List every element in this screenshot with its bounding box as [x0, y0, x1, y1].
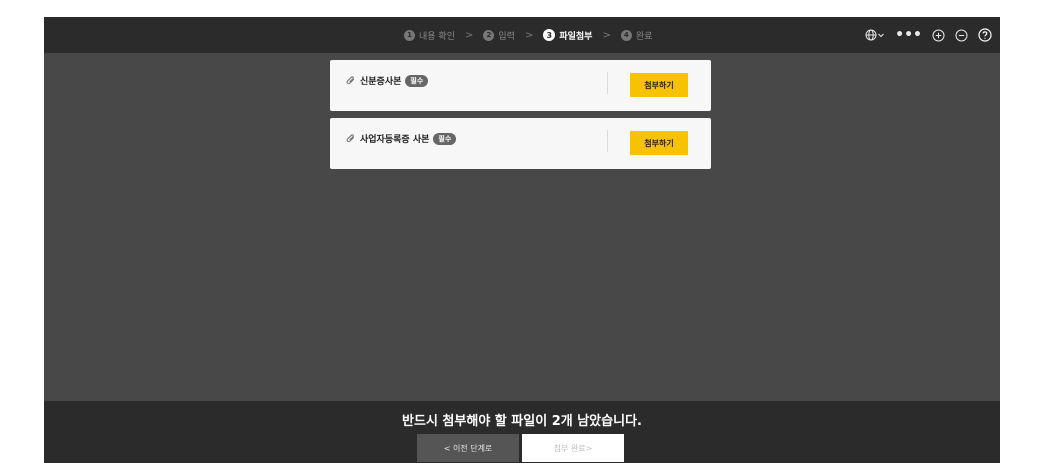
language-button[interactable] — [865, 29, 885, 41]
attach-complete-button[interactable]: 첨부 완료> — [522, 434, 624, 462]
app-window: 1 내용 확인 > 2 입력 > 3 파일첨부 > 4 완료 ••• 신분증사본… — [44, 17, 1000, 463]
top-bar: 1 내용 확인 > 2 입력 > 3 파일첨부 > 4 완료 ••• — [44, 17, 1000, 53]
previous-step-button[interactable]: < 이전 단계로 — [417, 434, 519, 462]
remaining-files-notice: 반드시 첨부해야 할 파일이 2개 남았습니다. — [402, 414, 642, 429]
step-number: 1 — [404, 29, 415, 41]
bottom-bar: 반드시 첨부해야 할 파일이 2개 남았습니다. < 이전 단계로 첨부 완료> — [44, 401, 1000, 463]
attach-button[interactable]: 첨부하기 — [630, 131, 688, 155]
document-card-id: 신분증사본 필수 첨부하기 — [330, 60, 711, 111]
zoom-out-button[interactable] — [955, 29, 968, 42]
plus-circle-icon — [932, 29, 945, 41]
required-badge: 필수 — [433, 132, 457, 145]
document-label: 신분증사본 필수 — [346, 74, 429, 87]
minus-circle-icon — [955, 29, 968, 41]
step-label: 내용 확인 — [419, 31, 455, 42]
document-card-business-registration: 사업자등록증 사본 필수 첨부하기 — [330, 118, 711, 169]
document-title: 사업자등록증 사본 — [360, 135, 430, 145]
divider — [607, 130, 608, 152]
toolbar: ••• — [865, 17, 992, 53]
step-label: 완료 — [635, 31, 653, 42]
help-icon — [978, 28, 992, 42]
step-indicator: 1 내용 확인 > 2 입력 > 3 파일첨부 > 4 완료 — [404, 17, 652, 53]
more-button[interactable]: ••• — [895, 28, 922, 42]
globe-icon — [865, 29, 877, 41]
chevron-right-icon: > — [602, 29, 611, 41]
document-label: 사업자등록증 사본 필수 — [346, 132, 457, 145]
step-3: 3 파일첨부 — [543, 29, 592, 42]
paperclip-icon — [346, 133, 355, 142]
required-badge: 필수 — [405, 74, 429, 87]
help-button[interactable] — [978, 28, 992, 42]
step-label: 파일첨부 — [559, 31, 593, 42]
step-number: 3 — [543, 29, 556, 41]
step-4: 4 완료 — [620, 29, 653, 42]
chevron-right-icon: > — [524, 29, 534, 41]
step-1: 1 내용 확인 — [404, 29, 455, 42]
attach-button[interactable]: 첨부하기 — [630, 73, 688, 97]
divider — [607, 72, 608, 94]
document-title: 신분증사본 — [360, 77, 402, 87]
step-2: 2 입력 — [483, 29, 515, 42]
step-label: 입력 — [498, 31, 515, 42]
step-number: 2 — [483, 29, 495, 41]
chevron-down-icon — [878, 33, 884, 38]
zoom-in-button[interactable] — [932, 29, 945, 42]
step-number: 4 — [620, 29, 632, 41]
chevron-right-icon: > — [464, 29, 474, 41]
paperclip-icon — [346, 75, 355, 84]
